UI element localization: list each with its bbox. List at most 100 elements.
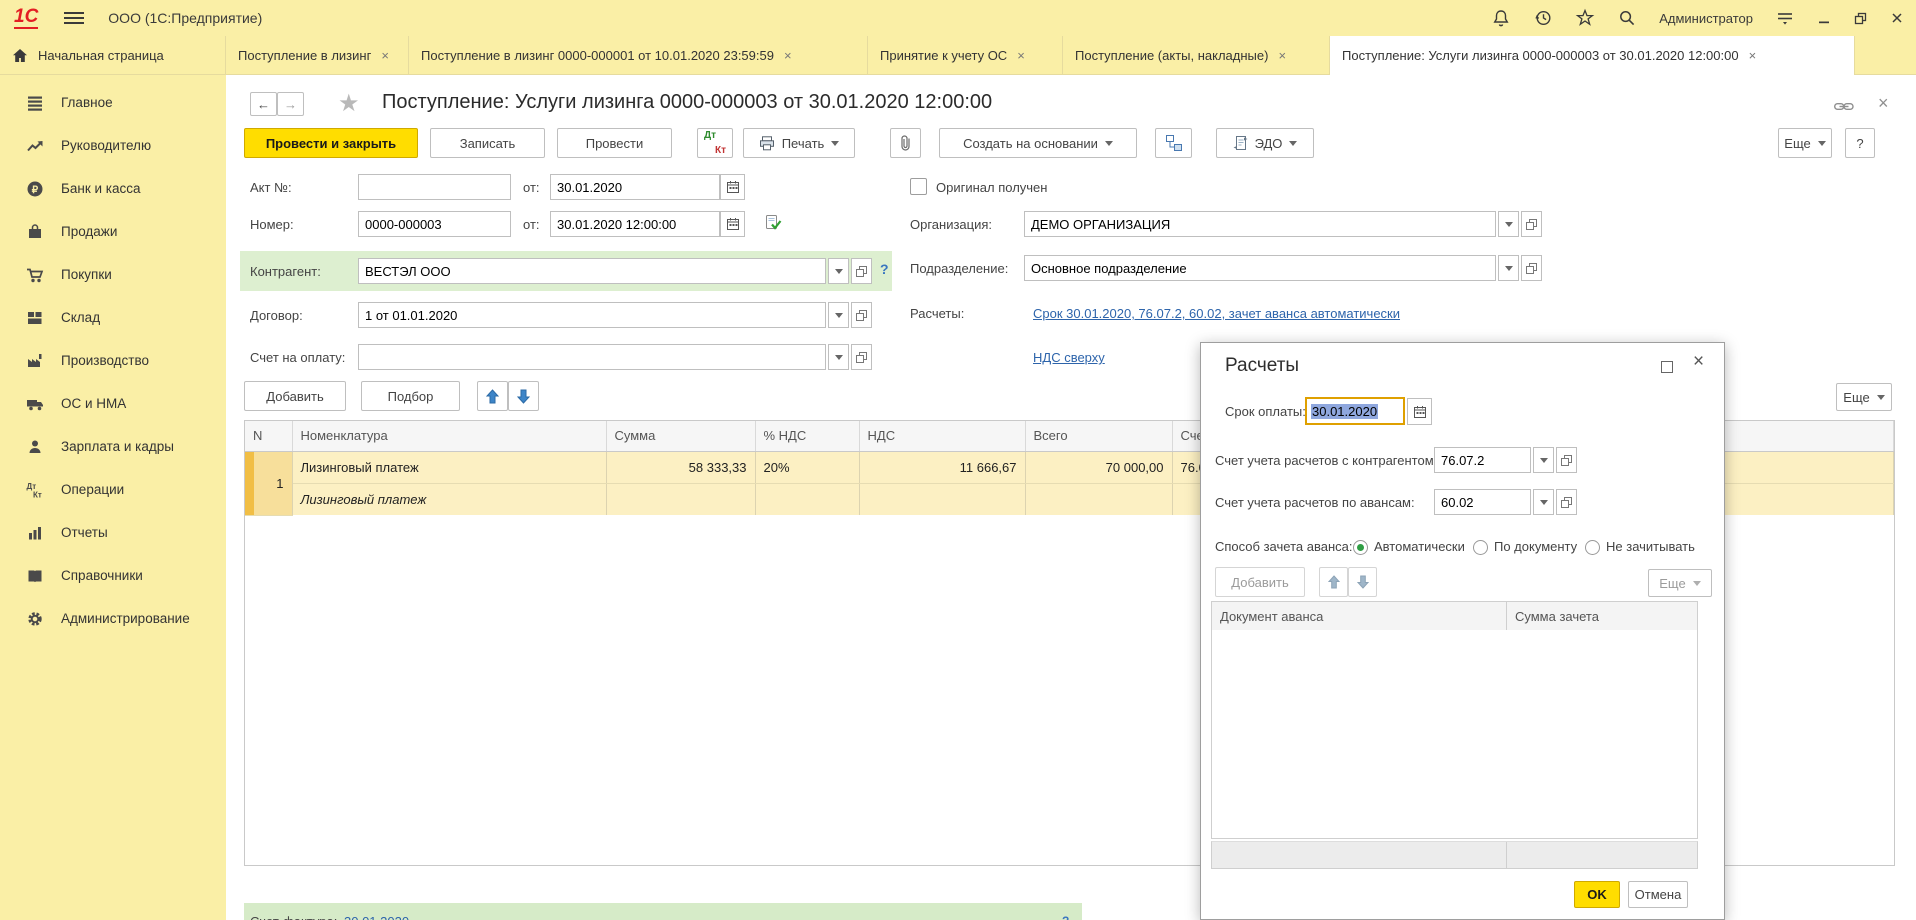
tab-current-receipt[interactable]: Поступление: Услуги лизинга 0000-000003 … (1330, 36, 1855, 75)
sidebar-item-administration[interactable]: Администрирование (0, 597, 226, 640)
account-contractor-dropdown-button[interactable] (1533, 447, 1554, 473)
tab-receipts-list[interactable]: Поступление (акты, накладные) × (1063, 36, 1330, 75)
total-cell[interactable]: 70 000,00 (1025, 451, 1172, 483)
sidebar-item-reports[interactable]: Отчеты (0, 511, 226, 554)
tab-close-icon[interactable]: × (1278, 48, 1286, 63)
nomenclature-cell[interactable]: Лизинговый платеж (292, 451, 606, 483)
sidebar-item-warehouse[interactable]: Склад (0, 296, 226, 339)
organization-input[interactable]: ДЕМО ОРГАНИЗАЦИЯ (1024, 211, 1496, 237)
dialog-more-button[interactable]: Еще (1648, 569, 1712, 597)
contract-input[interactable]: 1 от 01.01.2020 (358, 302, 826, 328)
organization-dropdown-button[interactable] (1498, 211, 1519, 237)
vat-mode-link[interactable]: НДС сверху (1033, 350, 1105, 365)
save-button[interactable]: Записать (430, 128, 545, 158)
dialog-move-down-button[interactable] (1348, 567, 1377, 597)
col-total[interactable]: Всего (1025, 421, 1172, 451)
edo-button[interactable]: ЭДО (1216, 128, 1314, 158)
empty-cell[interactable] (1025, 483, 1172, 515)
link-icon[interactable] (1834, 100, 1854, 115)
tab-close-icon[interactable]: × (381, 48, 389, 63)
tab-close-icon[interactable]: × (1017, 48, 1025, 63)
col-sum[interactable]: Сумма (606, 421, 755, 451)
sidebar-item-operations[interactable]: ДтКт Операции (0, 468, 226, 511)
original-received-checkbox[interactable] (910, 178, 927, 195)
due-date-input[interactable]: 30.01.2020 (1305, 397, 1405, 425)
sum-cell[interactable]: 58 333,33 (606, 451, 755, 483)
payment-invoice-open-button[interactable] (851, 344, 872, 370)
act-number-input[interactable] (358, 174, 511, 200)
department-dropdown-button[interactable] (1498, 255, 1519, 281)
service-menu-icon[interactable] (1775, 10, 1795, 26)
current-user[interactable]: Администратор (1659, 11, 1753, 26)
sidebar-item-hr[interactable]: Зарплата и кадры (0, 425, 226, 468)
department-input[interactable]: Основное подразделение (1024, 255, 1496, 281)
col-advance-document[interactable]: Документ аванса (1212, 602, 1507, 631)
invoice-footer-date-link[interactable]: 30.01.2020 (344, 914, 409, 920)
department-open-button[interactable] (1521, 255, 1542, 281)
dialog-move-up-button[interactable] (1319, 567, 1348, 597)
contract-dropdown-button[interactable] (828, 302, 849, 328)
dialog-add-row-button[interactable]: Добавить (1215, 567, 1305, 597)
account-advance-open-button[interactable] (1556, 489, 1577, 515)
more-button[interactable]: Еще (1778, 128, 1832, 158)
account-contractor-open-button[interactable] (1556, 447, 1577, 473)
invoice-footer-help-icon[interactable]: ? (1062, 914, 1069, 920)
notifications-bell-icon[interactable] (1491, 8, 1511, 28)
row-number-cell[interactable]: 1 (245, 451, 292, 515)
contractor-input[interactable]: ВЕСТЭЛ ООО (358, 258, 826, 284)
col-nomenclature[interactable]: Номенклатура (292, 421, 606, 451)
back-button[interactable]: ← (250, 92, 277, 116)
tab-leasing-doc1[interactable]: Поступление в лизинг 0000-000001 от 10.0… (409, 36, 868, 75)
sidebar-item-references[interactable]: Справочники (0, 554, 226, 597)
sidebar-item-manager[interactable]: Руководителю (0, 124, 226, 167)
help-button[interactable]: ? (1845, 128, 1875, 158)
act-date-calendar-button[interactable] (720, 174, 745, 200)
vat-rate-cell[interactable]: 20% (755, 451, 859, 483)
minimize-button[interactable] (1817, 11, 1831, 25)
document-date-input[interactable]: 30.01.2020 12:00:00 (550, 211, 720, 237)
search-icon[interactable] (1617, 8, 1637, 28)
contractor-open-button[interactable] (851, 258, 872, 284)
cancel-button[interactable]: Отмена (1628, 881, 1688, 908)
history-clock-icon[interactable] (1533, 8, 1553, 28)
post-and-close-button[interactable]: Провести и закрыть (244, 128, 418, 158)
payment-invoice-dropdown-button[interactable] (828, 344, 849, 370)
col-n[interactable]: N (245, 421, 292, 451)
tab-home[interactable]: Начальная страница (0, 36, 226, 75)
sidebar-item-bank[interactable]: ₽ Банк и касса (0, 167, 226, 210)
sidebar-item-sales[interactable]: Продажи (0, 210, 226, 253)
print-button[interactable]: Печать (743, 128, 855, 158)
post-button[interactable]: Провести (557, 128, 672, 158)
restore-button[interactable] (1853, 11, 1868, 25)
radio-no-offset[interactable] (1585, 540, 1600, 555)
sidebar-item-production[interactable]: Производство (0, 339, 226, 382)
favorite-star-icon[interactable]: ★ (338, 89, 360, 118)
col-vat[interactable]: НДС (859, 421, 1025, 451)
settlements-link[interactable]: Срок 30.01.2020, 76.07.2, 60.02, зачет а… (1033, 306, 1400, 321)
organization-open-button[interactable] (1521, 211, 1542, 237)
create-based-on-button[interactable]: Создать на основании (939, 128, 1137, 158)
attachments-button[interactable] (890, 128, 921, 158)
tab-close-icon[interactable]: × (1749, 48, 1757, 63)
contract-open-button[interactable] (851, 302, 872, 328)
account-contractor-input[interactable]: 76.07.2 (1434, 447, 1531, 473)
payment-invoice-input[interactable] (358, 344, 826, 370)
close-document-icon[interactable]: × (1878, 93, 1889, 114)
sidebar-item-os-nma[interactable]: ОС и НМА (0, 382, 226, 425)
number-input[interactable]: 0000-000003 (358, 211, 511, 237)
radio-automatic[interactable] (1353, 540, 1368, 555)
move-row-up-button[interactable] (477, 381, 508, 411)
empty-cell[interactable] (859, 483, 1025, 515)
sidebar-item-purchases[interactable]: Покупки (0, 253, 226, 296)
vat-cell[interactable]: 11 666,67 (859, 451, 1025, 483)
act-date-input[interactable]: 30.01.2020 (550, 174, 720, 200)
contractor-help-icon[interactable]: ? (880, 261, 889, 277)
empty-cell[interactable] (606, 483, 755, 515)
tab-leasing-list[interactable]: Поступление в лизинг × (226, 36, 409, 75)
dt-kt-postings-button[interactable]: Дт Кт (697, 128, 733, 158)
col-vat-rate[interactable]: % НДС (755, 421, 859, 451)
move-row-down-button[interactable] (508, 381, 539, 411)
nomenclature-detail-cell[interactable]: Лизинговый платеж (292, 483, 606, 515)
pick-items-button[interactable]: Подбор (361, 381, 460, 411)
radio-by-document[interactable] (1473, 540, 1488, 555)
